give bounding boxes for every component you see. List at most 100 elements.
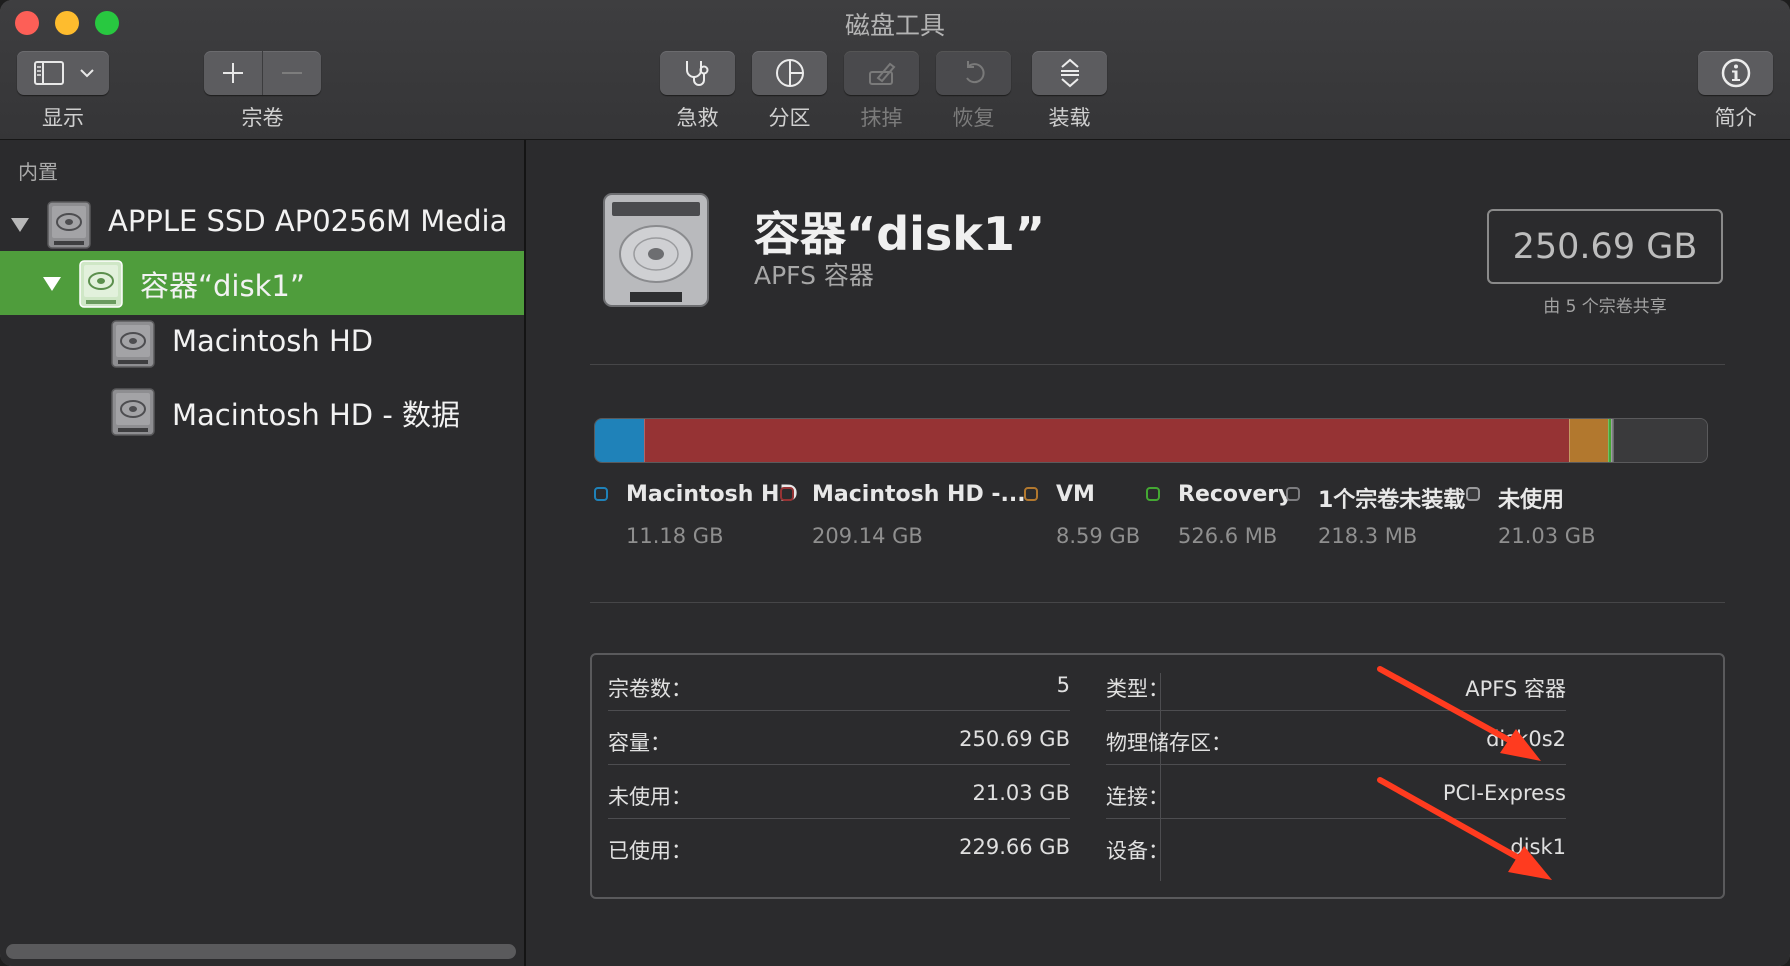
info-key: 物理储存区： bbox=[1106, 731, 1232, 755]
legend-swatch-icon bbox=[780, 487, 794, 501]
first-aid-label: 急救 bbox=[676, 106, 719, 130]
window-title: 磁盘工具 bbox=[844, 11, 945, 40]
legend-name: Macintosh HD bbox=[626, 482, 798, 507]
divider bbox=[590, 602, 1725, 603]
sidebar-item-container-disk1[interactable]: 容器“disk1” bbox=[0, 251, 524, 315]
sidebar-section-internal: 内置 bbox=[18, 160, 58, 184]
legend-swatch-icon bbox=[594, 487, 608, 501]
info-table: 宗卷数： 5 容量： 250.69 GB 未使用： 21.03 GB 已使用： 229.66 … bbox=[590, 653, 1725, 899]
storage-usage-bar bbox=[594, 418, 1708, 463]
page-subtitle: APFS 容器 bbox=[754, 261, 874, 290]
sidebar-item-macintosh-hd-data[interactable]: Macintosh HD - 数据 bbox=[0, 380, 524, 444]
info-label: 简介 bbox=[1714, 106, 1757, 130]
volume-disk-icon bbox=[111, 388, 155, 436]
erase-label: 抹掉 bbox=[860, 106, 903, 130]
legend-name: 1个宗卷未装载 bbox=[1318, 488, 1466, 513]
legend-swatch-icon bbox=[1466, 487, 1480, 501]
legend-size: 526.6 MB bbox=[1178, 524, 1278, 548]
legend-swatch-icon bbox=[1146, 487, 1160, 501]
info-value: PCI-Express bbox=[1442, 781, 1566, 805]
info-icon bbox=[1721, 58, 1750, 88]
divider bbox=[590, 364, 1725, 365]
legend-size: 11.18 GB bbox=[626, 524, 724, 548]
disclosure-triangle-icon[interactable] bbox=[43, 277, 61, 291]
sidebar-item-macintosh-hd[interactable]: Macintosh HD bbox=[0, 312, 524, 376]
info-row: 设备： disk1 bbox=[1106, 817, 1566, 877]
sidebar: 内置 APPLE SSD AP0256M Media 容器“disk1” Mac… bbox=[0, 140, 526, 966]
volume-disk-icon bbox=[111, 320, 155, 368]
pie-chart-icon bbox=[775, 59, 804, 87]
legend-name: 未使用 bbox=[1498, 488, 1565, 513]
info-row: 宗卷数： 5 bbox=[608, 655, 1070, 715]
erase-button[interactable] bbox=[844, 51, 919, 95]
restore-arrow-icon bbox=[965, 61, 985, 84]
sidebar-item-label: Macintosh HD bbox=[172, 324, 374, 358]
volume-segmented-control bbox=[204, 51, 321, 95]
restore-button[interactable] bbox=[936, 51, 1011, 95]
add-volume-button[interactable] bbox=[204, 51, 262, 95]
info-row: 物理储存区： disk0s2 bbox=[1106, 709, 1566, 769]
sidebar-item-label: Macintosh HD - 数据 bbox=[172, 398, 461, 432]
usage-segment bbox=[1613, 419, 1707, 462]
usage-segment bbox=[595, 419, 645, 462]
info-button[interactable] bbox=[1698, 51, 1773, 95]
capacity-display: 250.69 GB bbox=[1487, 209, 1723, 284]
legend-name: VM bbox=[1056, 482, 1095, 507]
first-aid-button[interactable] bbox=[660, 51, 735, 95]
view-button[interactable] bbox=[17, 51, 109, 95]
disclosure-triangle-icon[interactable] bbox=[11, 218, 29, 232]
disk-utility-window: 磁盘工具 显示 宗卷 急救 分区 抹掉 恢复 装载 简介 内置 APPLE SS… bbox=[0, 0, 1790, 966]
minus-icon bbox=[282, 72, 302, 74]
sidebar-horizontal-scrollbar[interactable] bbox=[6, 944, 516, 959]
remove-volume-button[interactable] bbox=[263, 51, 321, 95]
info-value: 250.69 GB bbox=[959, 727, 1070, 751]
partition-label: 分区 bbox=[768, 106, 811, 130]
info-value: disk1 bbox=[1510, 835, 1566, 859]
internal-disk-icon bbox=[47, 201, 91, 249]
sidebar-item-label: 容器“disk1” bbox=[140, 269, 305, 303]
plus-icon bbox=[223, 63, 243, 83]
info-value: 5 bbox=[1056, 673, 1070, 697]
restore-label: 恢复 bbox=[952, 106, 995, 130]
legend-size: 21.03 GB bbox=[1498, 524, 1596, 548]
view-label: 显示 bbox=[42, 106, 84, 130]
erase-pencil-icon bbox=[868, 62, 895, 85]
legend-size: 218.3 MB bbox=[1318, 524, 1418, 548]
info-key: 设备： bbox=[1106, 839, 1169, 863]
large-disk-icon bbox=[603, 193, 709, 307]
volume-label: 宗卷 bbox=[241, 106, 284, 130]
info-row: 未使用： 21.03 GB bbox=[608, 763, 1070, 823]
sidebar-toggle-icon bbox=[34, 61, 94, 85]
page-title: 容器“disk1” bbox=[754, 207, 1046, 261]
sidebar-item-label: APPLE SSD AP0256M Media bbox=[108, 204, 508, 238]
capacity-caption: 由 5 个宗卷共享 bbox=[1543, 297, 1667, 317]
usage-segment bbox=[644, 419, 1569, 462]
info-value: 229.66 GB bbox=[959, 835, 1070, 859]
info-key: 容量： bbox=[608, 731, 671, 755]
legend-name: Recovery bbox=[1178, 482, 1293, 507]
container-disk-icon bbox=[79, 260, 123, 308]
toolbar: 磁盘工具 显示 宗卷 急救 分区 抹掉 恢复 装载 简介 bbox=[0, 0, 1790, 140]
legend-swatch-icon bbox=[1286, 487, 1300, 501]
stethoscope-icon bbox=[685, 61, 708, 86]
info-value: disk0s2 bbox=[1486, 727, 1566, 751]
legend-swatch-icon bbox=[1024, 487, 1038, 501]
mount-icon bbox=[1060, 58, 1079, 88]
partition-button[interactable] bbox=[752, 51, 827, 95]
info-row: 已使用： 229.66 GB bbox=[608, 817, 1070, 877]
info-key: 宗卷数： bbox=[608, 677, 692, 701]
sidebar-item-apple-ssd[interactable]: APPLE SSD AP0256M Media bbox=[0, 192, 524, 256]
info-key: 类型： bbox=[1106, 677, 1169, 701]
info-row: 容量： 250.69 GB bbox=[608, 709, 1070, 769]
info-row: 连接： PCI-Express bbox=[1106, 763, 1566, 823]
detail-pane: 容器“disk1” APFS 容器 250.69 GB 由 5 个宗卷共享 Ma… bbox=[526, 140, 1790, 966]
info-key: 未使用： bbox=[608, 785, 692, 809]
mount-button[interactable] bbox=[1032, 51, 1107, 95]
legend-size: 209.14 GB bbox=[812, 524, 923, 548]
info-key: 连接： bbox=[1106, 785, 1169, 809]
usage-segment bbox=[1568, 419, 1608, 462]
info-key: 已使用： bbox=[608, 839, 692, 863]
info-row: 类型： APFS 容器 bbox=[1106, 655, 1566, 715]
mount-label: 装载 bbox=[1048, 106, 1091, 130]
legend-size: 8.59 GB bbox=[1056, 524, 1141, 548]
